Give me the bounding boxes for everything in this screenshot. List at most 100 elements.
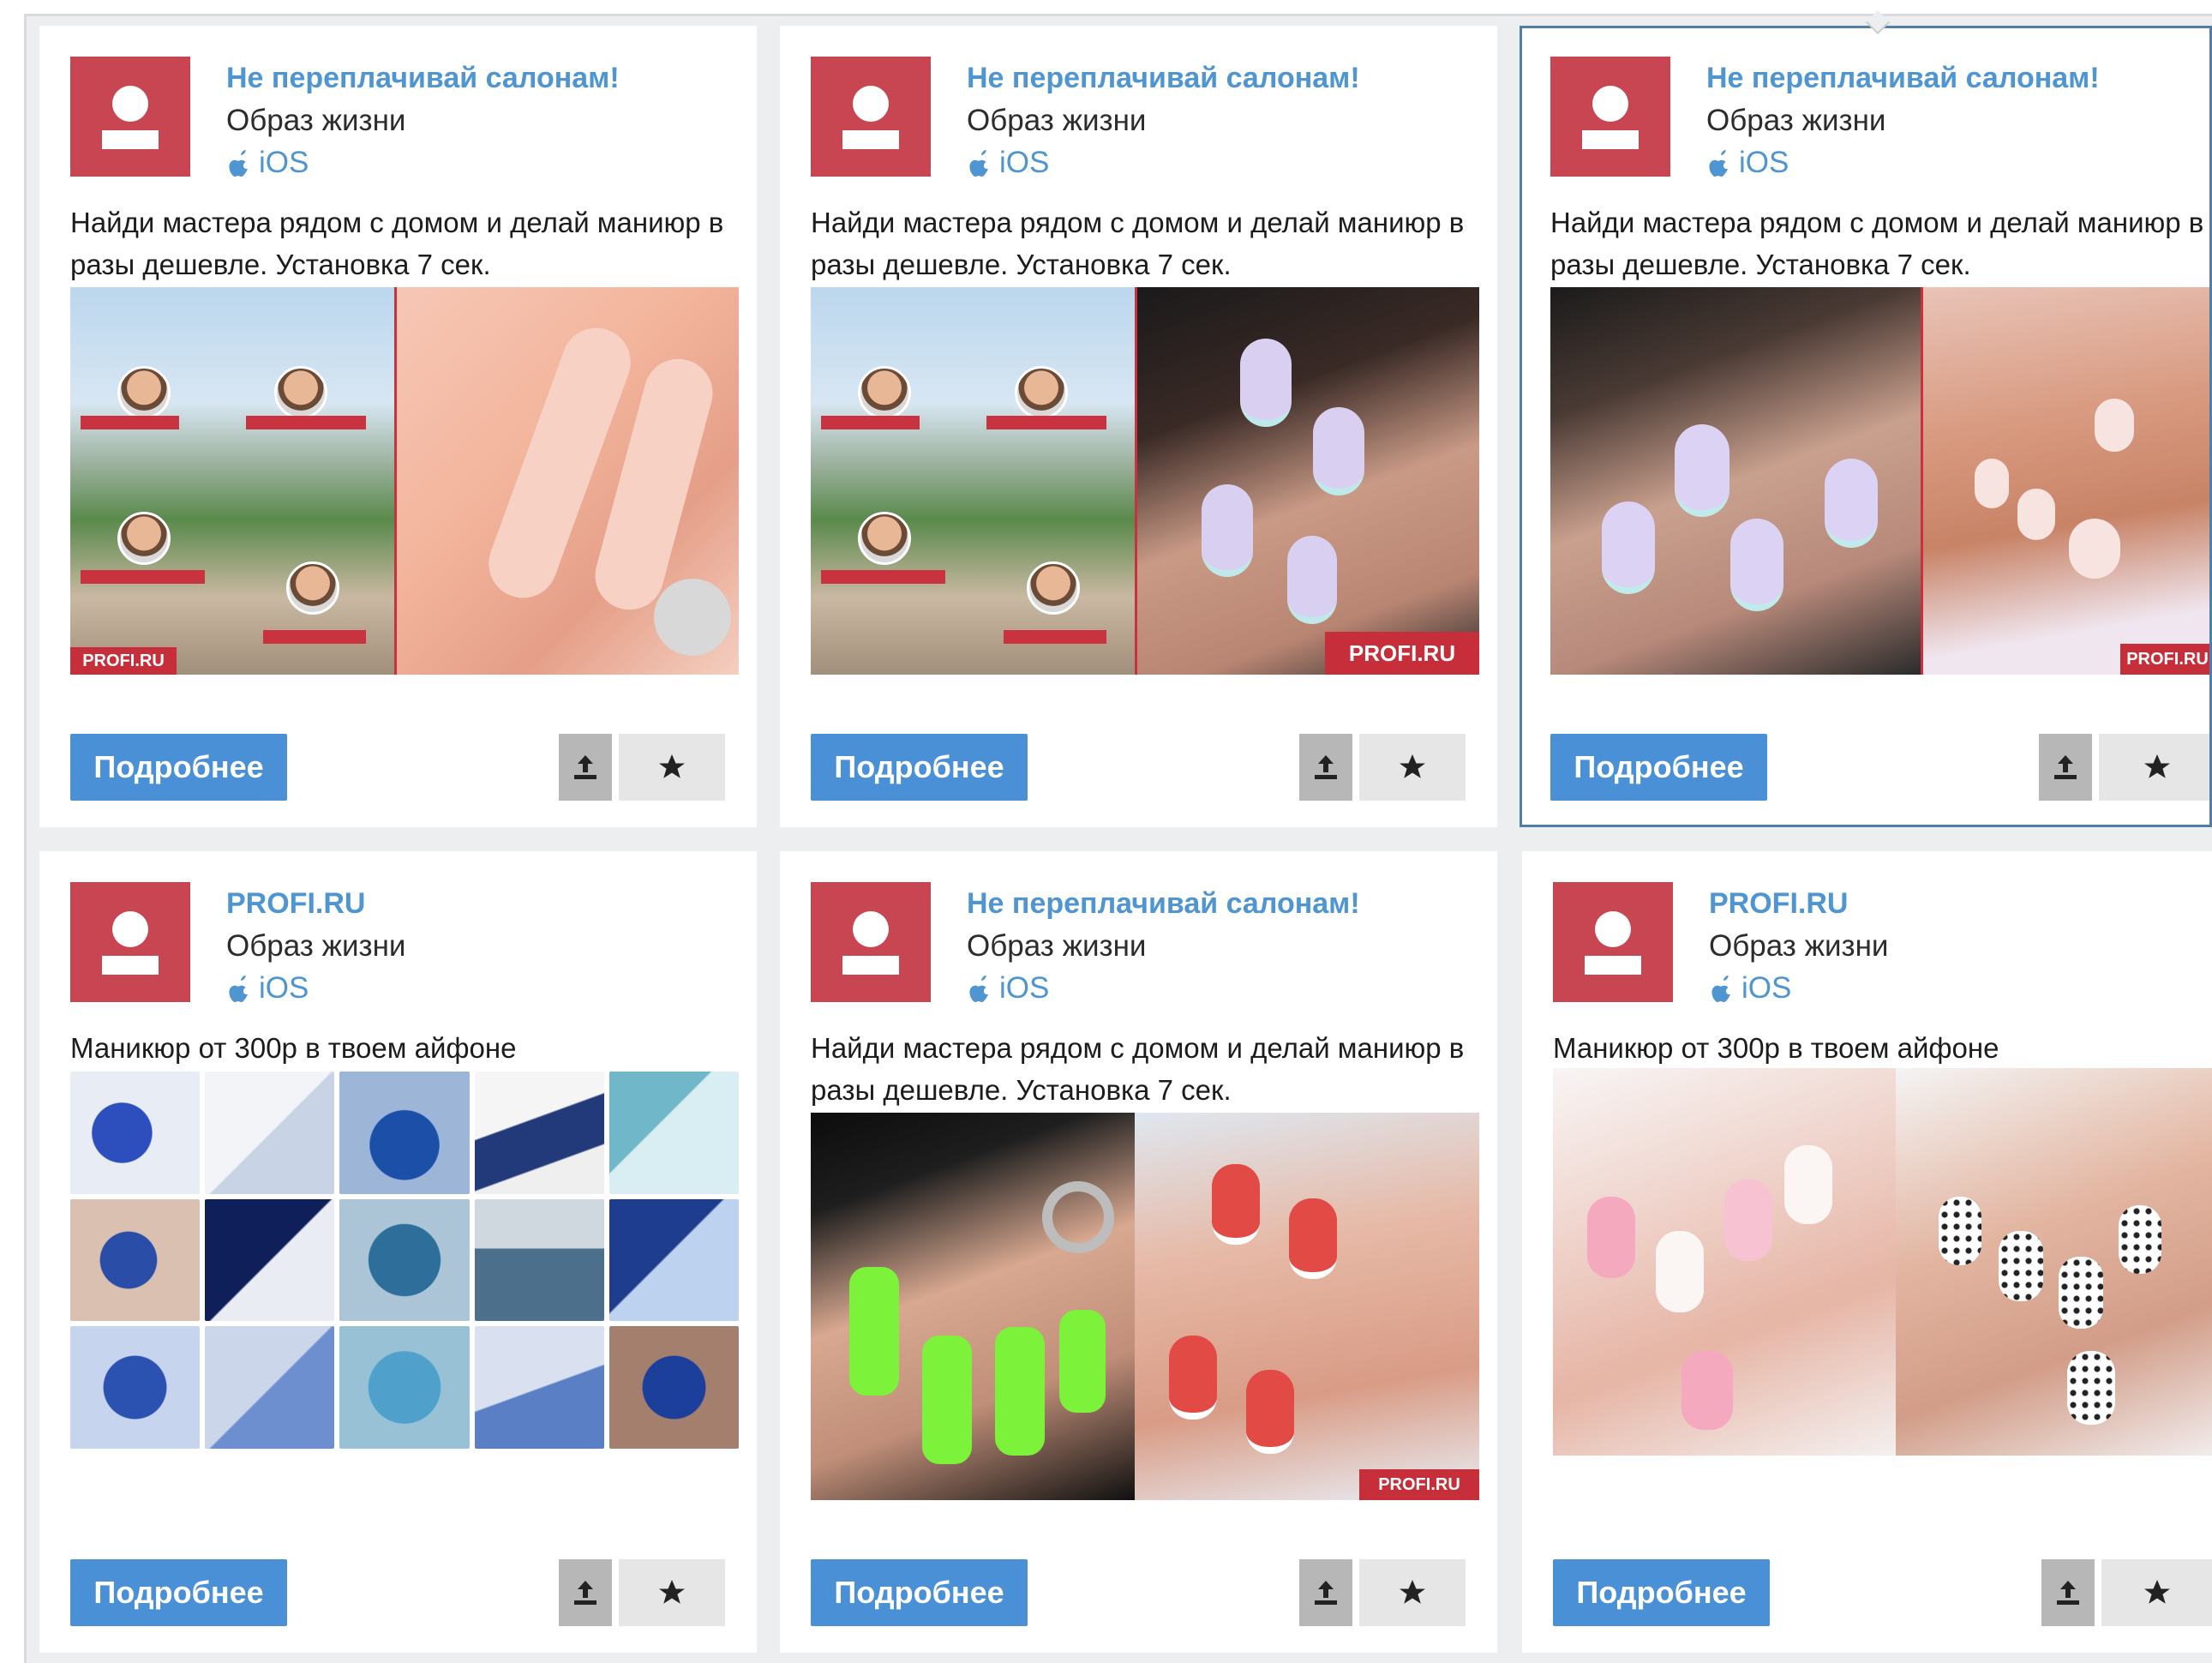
app-description: Найди мастера рядом с домом и делай мани… [70,207,724,280]
share-upload-icon [574,755,596,779]
app-card[interactable]: PROFI.RU Образ жизни iOS Маникюр от 300р… [39,851,757,1653]
brand-badge: PROFI.RU [1325,632,1479,675]
platform-text: iOS [1739,146,1789,179]
app-card-selected[interactable]: Не переплачивай салонам! Образ жизни iOS… [1520,26,2212,827]
platform-label: iOS [1706,146,1789,180]
share-upload-icon [2054,755,2077,779]
brand-badge: PROFI.RU [70,647,177,675]
app-title[interactable]: PROFI.RU [226,887,365,921]
app-category: Образ жизни [1706,104,1886,137]
app-screenshots[interactable]: PROFI.RU [1550,287,2209,675]
app-category: Образ жизни [967,104,1147,137]
share-button[interactable] [559,734,612,801]
app-card[interactable]: PROFI.RU Образ жизни iOS Маникюр от 300р… [1522,851,2212,1653]
star-icon [1400,754,1425,778]
brand-badge: PROFI.RU [2120,644,2209,675]
app-category: Образ жизни [226,929,406,963]
share-button[interactable] [2041,1559,2095,1626]
apple-icon [969,976,988,1002]
screenshot-lavender-nails [1550,287,1921,675]
app-card[interactable]: Не переплачивай салонам! Образ жизни iOS… [780,851,1497,1653]
user-avatar-icon [70,882,190,1002]
screenshot-city-masters: PROFI.RU [70,287,394,675]
star-icon [2143,754,2170,778]
star-icon [1400,1580,1425,1604]
more-button[interactable]: Подробнее [1553,1559,1770,1626]
app-category: Образ жизни [967,929,1147,963]
favorite-button[interactable] [2101,1559,2212,1626]
star-icon [659,1580,685,1604]
platform-label: iOS [967,146,1049,180]
app-title[interactable]: Не переплачивай салонам! [967,887,1360,921]
user-avatar-icon [811,882,931,1002]
app-description: Маникюр от 300р в твоем айфоне [70,1032,517,1064]
user-avatar-icon [1550,57,1670,177]
app-description: Маникюр от 300р в твоем айфоне [1553,1032,1999,1064]
app-description: Найди мастера рядом с домом и делай мани… [1550,207,2204,280]
brand-badge: PROFI.RU [1359,1469,1479,1500]
share-upload-icon [574,1581,596,1605]
app-description: Найди мастера рядом с домом и делай мани… [811,1032,1465,1106]
user-avatar-icon [811,57,931,177]
more-button[interactable]: Подробнее [811,1559,1028,1626]
share-button[interactable] [1299,734,1352,801]
app-screenshots[interactable]: PROFI.RU [811,1113,1479,1500]
screenshot-manicure [394,287,739,675]
more-button[interactable]: Подробнее [70,734,287,801]
apple-icon [1711,976,1730,1002]
screenshot-red-nails: PROFI.RU [1135,1113,1479,1500]
app-screenshots[interactable] [1553,1068,2212,1456]
screenshot-pink-nails [1553,1068,1896,1456]
app-title[interactable]: Не переплачивай салонам! [967,62,1360,95]
apple-icon [229,976,248,1002]
more-button[interactable]: Подробнее [811,734,1028,801]
favorite-button[interactable] [1359,1559,1466,1626]
share-button[interactable] [1299,1559,1352,1626]
app-screenshots[interactable]: PROFI.RU [70,287,739,675]
more-button[interactable]: Подробнее [70,1559,287,1626]
app-title[interactable]: PROFI.RU [1709,887,1848,921]
screenshot-city-masters [811,287,1135,675]
screenshot-green-nails [811,1113,1135,1500]
platform-label: iOS [1709,971,1791,1006]
platform-text: iOS [259,971,309,1005]
app-category: Образ жизни [1709,929,1889,963]
favorite-button[interactable] [619,1559,725,1626]
share-upload-icon [1315,1581,1337,1605]
platform-label: iOS [226,971,309,1006]
screenshot-pedicure: PROFI.RU [1921,287,2209,675]
star-icon [2143,1580,2170,1604]
screenshot-blue-nails-collage [70,1072,739,1449]
favorite-button[interactable] [619,734,725,801]
share-upload-icon [1315,755,1337,779]
app-catalog-canvas: Не переплачивай салонам! Образ жизни iOS… [0,0,2212,1663]
apple-icon [229,150,248,177]
star-icon [659,754,685,778]
platform-text: iOS [999,146,1050,179]
platform-text: iOS [259,146,309,179]
platform-label: iOS [226,146,309,180]
share-button[interactable] [559,1559,612,1626]
screenshot-lavender-nails: PROFI.RU [1135,287,1479,675]
apple-icon [1709,150,1728,177]
share-upload-icon [2057,1581,2079,1605]
app-card[interactable]: Не переплачивай салонам! Образ жизни iOS… [39,26,757,827]
platform-text: iOS [999,971,1050,1005]
screenshot-polka-dot-nails [1896,1068,2212,1456]
app-screenshots[interactable]: PROFI.RU [811,287,1479,675]
favorite-button[interactable] [1359,734,1466,801]
platform-text: iOS [1741,971,1792,1005]
favorite-button[interactable] [2099,734,2209,801]
share-button[interactable] [2039,734,2092,801]
app-description: Найди мастера рядом с домом и делай мани… [811,207,1465,280]
user-avatar-icon [70,57,190,177]
apple-icon [969,150,988,177]
app-title[interactable]: Не переплачивай салонам! [1706,62,2100,95]
app-title[interactable]: Не переплачивай салонам! [226,62,620,95]
app-category: Образ жизни [226,104,406,137]
app-card[interactable]: Не переплачивай салонам! Образ жизни iOS… [780,26,1497,827]
app-screenshots[interactable] [70,1072,739,1449]
user-avatar-icon [1553,882,1673,1002]
platform-label: iOS [967,971,1049,1006]
more-button[interactable]: Подробнее [1550,734,1767,801]
